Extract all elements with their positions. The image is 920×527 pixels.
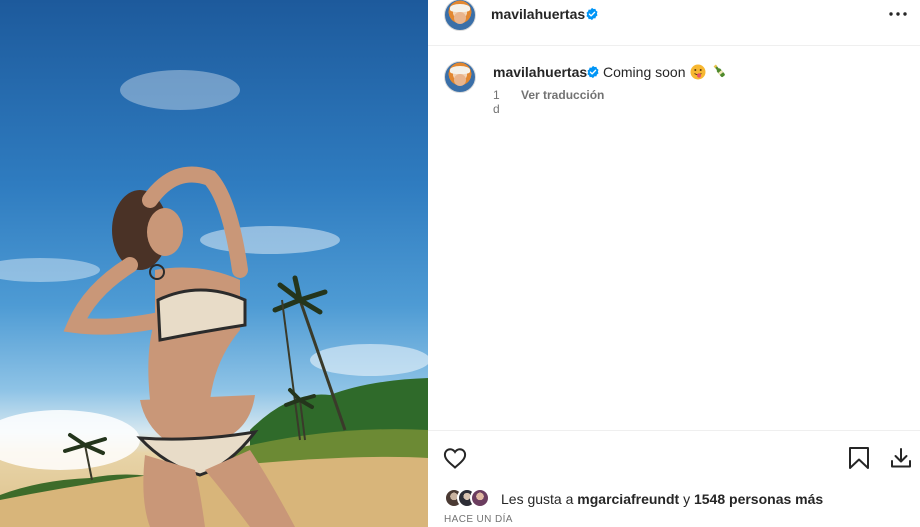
caption-avatar[interactable] xyxy=(444,61,476,93)
avatar[interactable] xyxy=(444,0,476,31)
caption-text: Coming soon xyxy=(603,64,686,80)
author-username[interactable]: mavilahuertas xyxy=(491,6,585,22)
likes-connector: y xyxy=(683,491,691,507)
see-translation-link[interactable]: Ver traducción xyxy=(521,88,604,102)
post-actions-bar: Les gusta a mgarciafreundt y 1548 person… xyxy=(428,430,920,527)
likes-summary: Les gusta a mgarciafreundt y 1548 person… xyxy=(444,488,914,510)
bookmark-icon xyxy=(849,447,869,469)
beach-photo-illustration xyxy=(0,70,428,527)
verified-badge-icon xyxy=(586,7,598,21)
post-photo[interactable] xyxy=(0,0,428,527)
caption-time: 1 d xyxy=(493,88,500,116)
caption-username[interactable]: mavilahuertas xyxy=(493,64,587,80)
liker-username-link[interactable]: mgarciafreundt xyxy=(577,491,679,507)
grinning-face-tongue-emoji xyxy=(690,64,706,80)
more-options-button[interactable] xyxy=(888,4,908,24)
heart-icon xyxy=(443,448,467,469)
download-icon xyxy=(891,448,911,468)
post-date: HACE UN DÍA xyxy=(444,514,513,525)
liker-avatar[interactable] xyxy=(470,488,490,508)
more-options-icon xyxy=(889,12,907,16)
verified-badge-icon xyxy=(587,65,599,79)
likes-count-link[interactable]: 1548 personas más xyxy=(694,491,823,507)
post-detail-panel: mavilahuertas mavilahuertas Coming soon xyxy=(428,0,920,527)
save-button[interactable] xyxy=(846,445,872,471)
champagne-bottle-emoji xyxy=(713,64,725,78)
like-button[interactable] xyxy=(442,445,468,471)
likes-prefix: Les gusta a xyxy=(501,491,574,507)
post-header: mavilahuertas xyxy=(428,0,920,46)
likes-text: Les gusta a mgarciafreundt y 1548 person… xyxy=(501,491,823,507)
download-button[interactable] xyxy=(888,445,914,471)
